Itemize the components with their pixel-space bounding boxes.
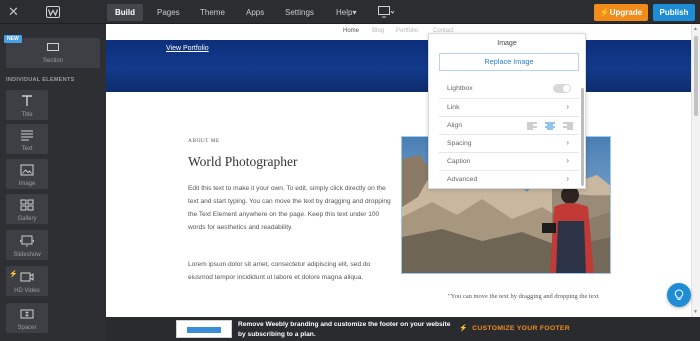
new-badge: NEW: [4, 35, 22, 43]
gallery-element-tile[interactable]: Gallery: [6, 194, 48, 224]
spacing-row[interactable]: Spacing ›: [439, 134, 579, 152]
tab-apps[interactable]: Apps: [238, 4, 272, 21]
advanced-label: Advanced: [447, 176, 478, 183]
text-icon: [21, 130, 33, 141]
tab-theme[interactable]: Theme: [192, 4, 233, 21]
advanced-row[interactable]: Advanced ›: [439, 170, 579, 188]
replace-image-button[interactable]: Replace Image: [439, 53, 579, 71]
chevron-right-icon: ›: [566, 174, 569, 183]
tab-help-label: Help: [336, 8, 353, 17]
footer-preview-bar: [187, 327, 221, 333]
scroll-up-arrow-icon[interactable]: ▲: [693, 26, 698, 32]
customize-footer-link[interactable]: ⚡ CUSTOMIZE YOUR FOOTER: [459, 324, 570, 332]
promo-message: Remove Weebly branding and customize the…: [238, 321, 451, 338]
chevron-right-icon: ›: [566, 156, 569, 165]
tab-pages[interactable]: Pages: [149, 4, 188, 21]
body-paragraph-1[interactable]: Edit this text to make it your own. To e…: [188, 182, 393, 234]
site-nav-portfolio[interactable]: Portfolio: [396, 28, 418, 34]
scrollbar-thumb[interactable]: [694, 36, 698, 116]
align-center-icon[interactable]: [545, 122, 555, 130]
chevron-down-icon: ▾: [352, 8, 357, 17]
link-label: Link: [447, 104, 460, 111]
monitor-icon[interactable]: [378, 6, 394, 18]
section-element-label: Section: [42, 58, 63, 64]
canvas-scrollbar[interactable]: ▲ ▼: [691, 24, 700, 317]
toggle-knob: [563, 85, 570, 92]
align-label: Align: [447, 122, 463, 129]
text-element-label: Text: [21, 146, 33, 152]
close-icon[interactable]: ✕: [8, 4, 19, 20]
upgrade-button[interactable]: ⚡Upgrade: [594, 4, 648, 21]
page-heading[interactable]: World Photographer: [188, 154, 298, 170]
link-row[interactable]: Link ›: [439, 98, 579, 116]
spacer-element-tile[interactable]: Spacer: [6, 303, 48, 333]
chevron-right-icon: ›: [566, 102, 569, 111]
image-icon: [20, 164, 34, 176]
image-element-tile[interactable]: Image: [6, 159, 48, 189]
spacer-element-label: Spacer: [17, 325, 37, 331]
align-left-icon[interactable]: [527, 122, 537, 130]
elements-sidebar: Section NEW INDIVIDUAL ELEMENTS Title Te…: [0, 24, 106, 341]
page-canvas: Home Blog Portfolio Contact View Portfol…: [106, 24, 700, 317]
scroll-down-arrow-icon[interactable]: ▼: [693, 309, 698, 315]
hd-video-element-label: HD Video: [14, 288, 40, 294]
spacing-label: Spacing: [447, 140, 472, 147]
top-toolbar: ✕ Build Pages Theme Apps Settings Help▾ …: [0, 0, 700, 24]
video-icon: [20, 272, 34, 282]
bolt-icon: ⚡: [599, 8, 610, 17]
weebly-editor: ✕ Build Pages Theme Apps Settings Help▾ …: [0, 0, 700, 341]
section-icon: [47, 43, 59, 51]
about-me-label[interactable]: ABOUT ME: [188, 138, 220, 144]
hd-video-element-tile[interactable]: ⚡ HD Video: [6, 266, 48, 296]
image-settings-panel: Image Replace Image Lightbox Link › Alig…: [428, 33, 586, 189]
gallery-icon: [20, 199, 34, 211]
panel-scrollbar[interactable]: [581, 88, 584, 186]
quote-text[interactable]: "You can move the text by dragging and d…: [448, 293, 599, 300]
help-button[interactable]: [667, 283, 691, 307]
align-row: Align: [439, 116, 579, 134]
upgrade-button-label: Upgrade: [609, 8, 643, 17]
caption-label: Caption: [447, 158, 471, 165]
publish-button[interactable]: Publish: [653, 4, 695, 21]
tab-help[interactable]: Help▾: [328, 4, 364, 21]
footer-promo-bar: Remove Weebly branding and customize the…: [106, 317, 700, 341]
site-nav-blog[interactable]: Blog: [372, 28, 384, 34]
site-nav-home[interactable]: Home: [343, 28, 359, 34]
slideshow-element-tile[interactable]: Slideshow: [6, 230, 48, 260]
title-element-label: Title: [21, 112, 33, 118]
lightbulb-icon: [674, 289, 684, 300]
lightbox-toggle[interactable]: [553, 84, 571, 93]
footer-preview-thumbnail: [176, 320, 232, 338]
title-element-tile[interactable]: Title: [6, 90, 48, 120]
gallery-element-label: Gallery: [17, 216, 37, 222]
spacer-icon: [20, 309, 34, 319]
premium-bolt-icon: ⚡: [9, 271, 18, 278]
image-element-label: Image: [18, 181, 36, 187]
body-paragraph-2[interactable]: Lorem ipsum dolor sit amet, consectetur …: [188, 258, 393, 284]
slideshow-element-label: Slideshow: [13, 252, 41, 258]
individual-elements-heading: INDIVIDUAL ELEMENTS: [6, 77, 75, 83]
hero-banner[interactable]: View Portfolio: [106, 40, 700, 92]
text-element-tile[interactable]: Text: [6, 124, 48, 154]
panel-title: Image: [497, 40, 517, 47]
tab-build[interactable]: Build: [107, 4, 143, 21]
weebly-logo[interactable]: [46, 6, 60, 18]
lightbox-row[interactable]: Lightbox: [439, 80, 579, 98]
title-icon: [22, 95, 32, 106]
align-right-icon[interactable]: [563, 122, 573, 130]
bolt-icon: ⚡: [459, 325, 468, 332]
customize-footer-label: CUSTOMIZE YOUR FOOTER: [472, 325, 570, 332]
view-portfolio-link[interactable]: View Portfolio: [166, 45, 209, 52]
chevron-right-icon: ›: [566, 138, 569, 147]
lightbox-label: Lightbox: [447, 85, 473, 92]
slideshow-icon: [20, 235, 34, 247]
caption-row[interactable]: Caption ›: [439, 152, 579, 170]
tab-settings[interactable]: Settings: [277, 4, 322, 21]
site-navigation: Home Blog Portfolio Contact: [106, 24, 700, 40]
